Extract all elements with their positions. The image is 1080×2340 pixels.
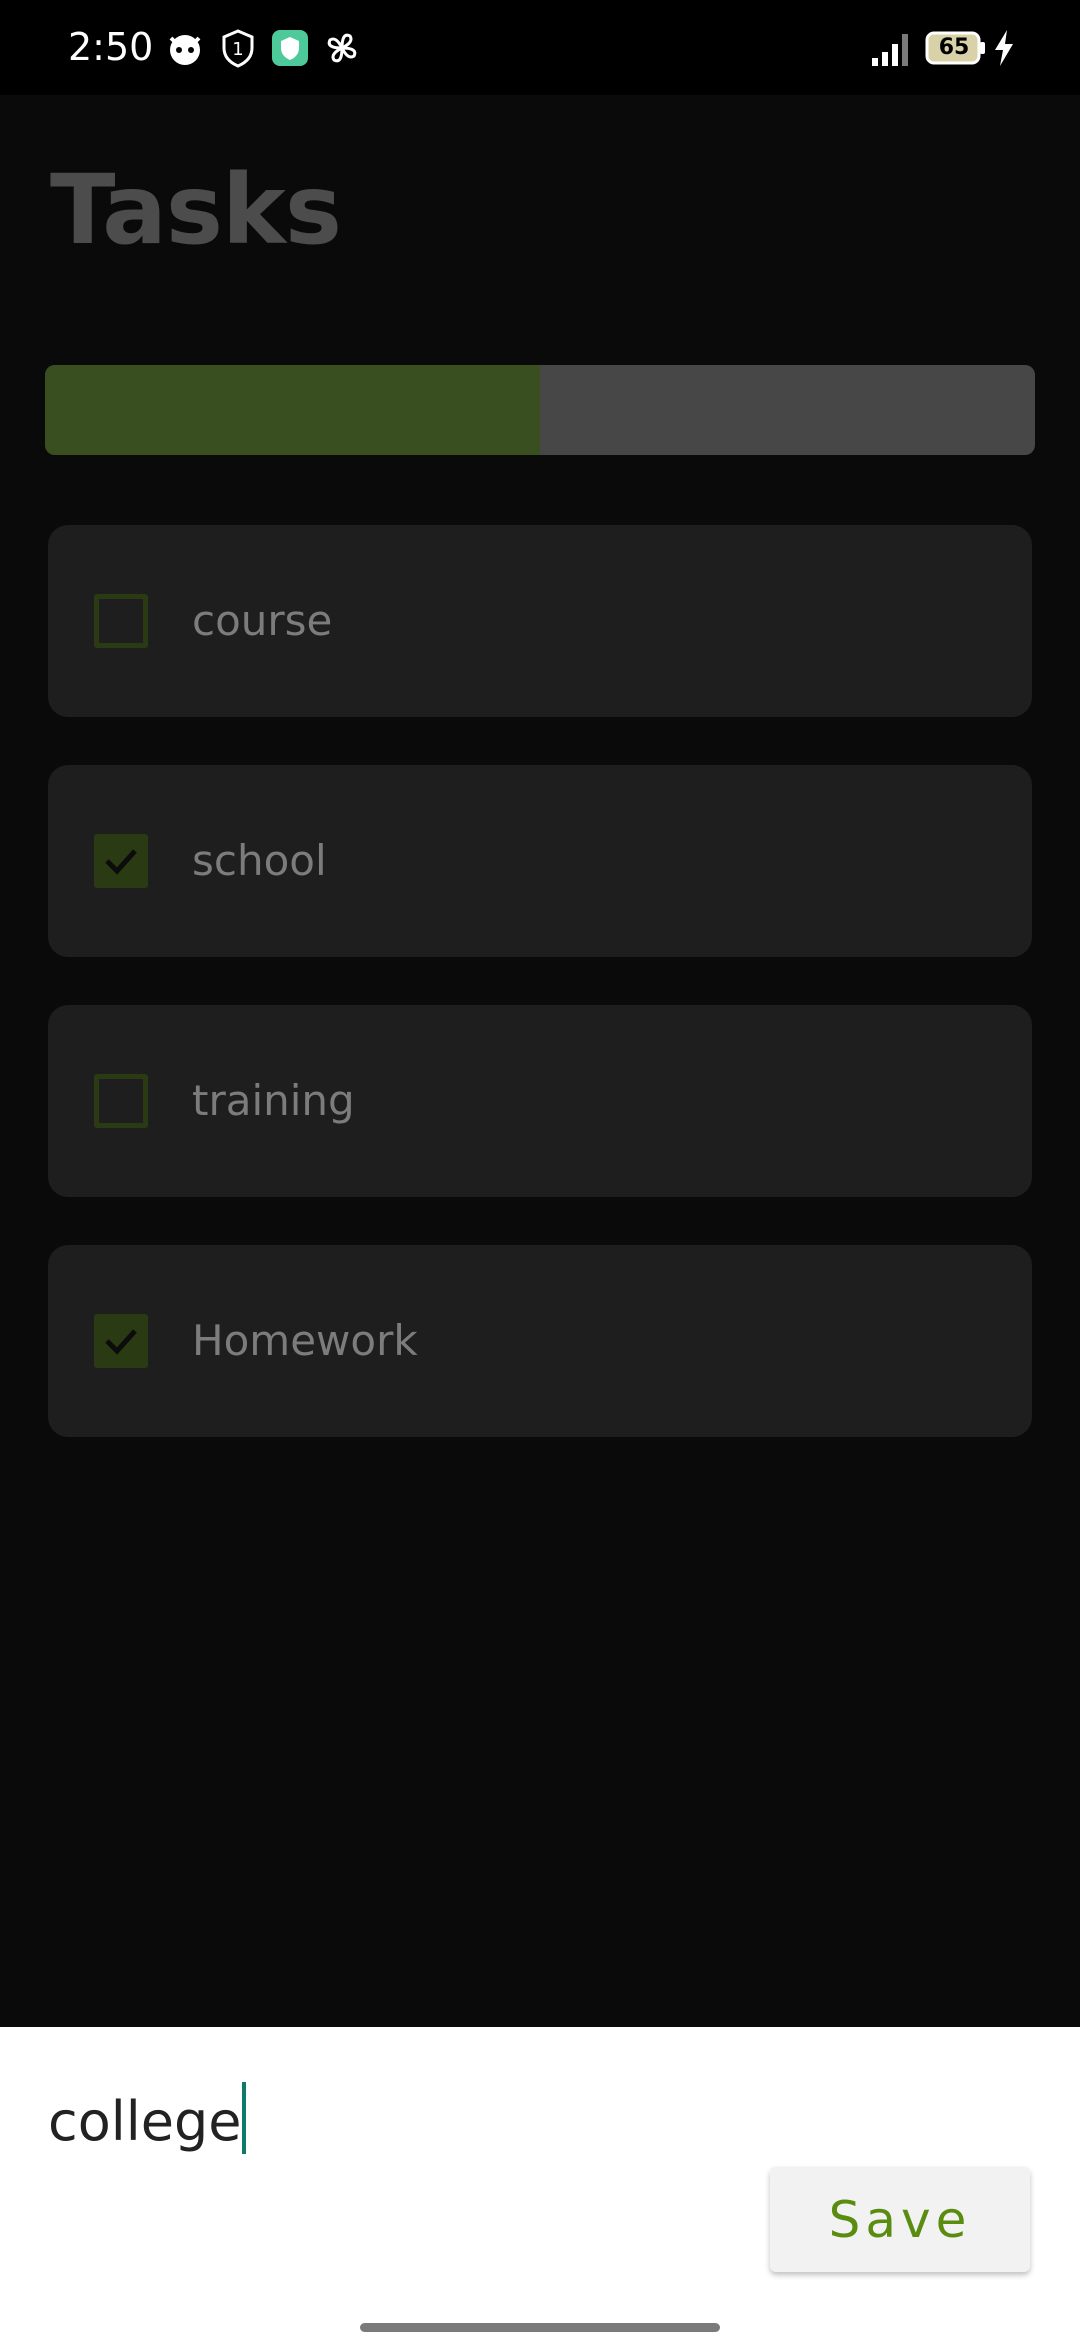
home-indicator[interactable] — [360, 2323, 720, 2332]
list-item[interactable]: school — [48, 765, 1032, 957]
task-checkbox[interactable] — [94, 1074, 148, 1128]
pinwheel-icon — [322, 28, 362, 68]
list-item[interactable]: training — [48, 1005, 1032, 1197]
task-checkbox[interactable] — [94, 594, 148, 648]
save-button[interactable]: Save — [770, 2167, 1030, 2272]
progress-bar — [45, 365, 1035, 455]
new-task-sheet: college Save — [0, 2027, 1080, 2340]
fox-icon — [165, 28, 205, 68]
battery-icon: 65 — [925, 30, 987, 66]
screen: 2:50 1 65 Tasks course school training H… — [0, 0, 1080, 2340]
charging-icon — [992, 28, 1016, 73]
vpn-shield-icon — [270, 28, 310, 68]
signal-icon — [870, 28, 912, 73]
list-item[interactable]: course — [48, 525, 1032, 717]
text-caret — [242, 2082, 247, 2154]
task-label: course — [192, 596, 333, 645]
svg-text:1: 1 — [232, 39, 243, 60]
shield-one-icon: 1 — [218, 28, 258, 68]
progress-fill — [45, 365, 540, 455]
task-input-value: college — [48, 2090, 242, 2153]
task-list: course school training Homework — [48, 525, 1032, 1485]
check-icon — [105, 849, 137, 875]
task-label: school — [192, 836, 327, 885]
status-time: 2:50 — [68, 25, 154, 69]
task-input[interactable]: college — [48, 2082, 247, 2157]
battery-level: 65 — [938, 35, 970, 60]
task-label: training — [192, 1076, 355, 1125]
status-bar: 2:50 1 65 — [0, 0, 1080, 95]
check-icon — [105, 1329, 137, 1355]
task-label: Homework — [192, 1316, 418, 1365]
task-checkbox[interactable] — [94, 834, 148, 888]
task-checkbox[interactable] — [94, 1314, 148, 1368]
page-title: Tasks — [50, 154, 342, 266]
list-item[interactable]: Homework — [48, 1245, 1032, 1437]
